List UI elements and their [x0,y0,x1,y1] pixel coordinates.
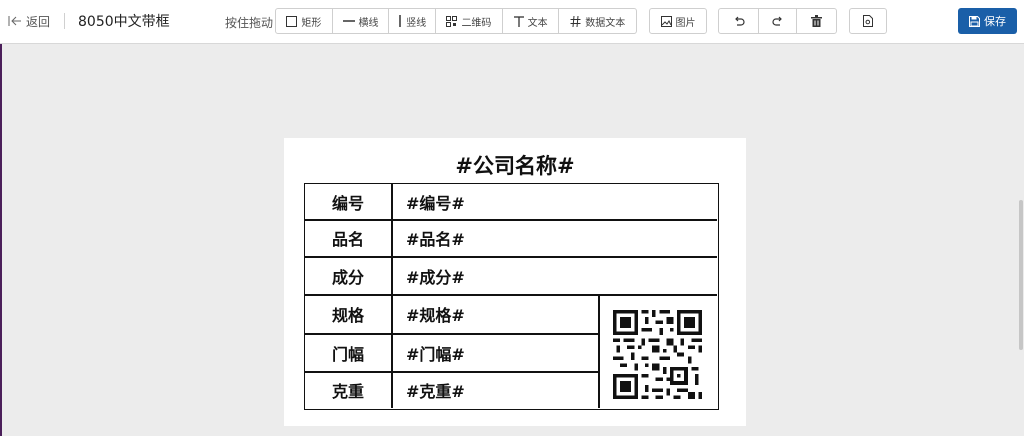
image-tool-label: 图片 [675,17,696,29]
trash-icon [811,15,822,27]
row-key[interactable]: 品名 [305,220,391,256]
save-label: 保存 [984,15,1006,28]
rect-tool[interactable]: 矩形 [276,9,333,33]
undo-button[interactable] [719,9,759,33]
undo-icon [734,16,745,26]
column-divider[interactable] [598,294,600,408]
back-label: 返回 [26,14,51,29]
window-edge [0,0,2,436]
template-title: 8050中文带框 [78,14,170,30]
rectangle-icon [286,15,298,27]
vertical-scrollbar[interactable] [1019,200,1023,350]
back-button[interactable]: 返回 [8,12,50,30]
vertical-line-icon [399,15,401,27]
history-tools [718,8,837,34]
preview-tool-group [849,8,887,34]
element-tools: 矩形 横线 竖线 二维码 文本 数据文本 [275,8,637,34]
text-icon [513,15,524,27]
drag-hint: 按住拖动 [225,16,274,30]
row-value[interactable]: #编号# [406,184,706,219]
row-key[interactable]: 克重 [305,372,391,408]
document-preview-icon [863,15,873,27]
text-tool-label: 文本 [527,17,548,29]
row-value[interactable]: #品名# [406,220,706,256]
arrow-left-icon [8,16,21,26]
redo-icon [771,16,782,26]
redo-button[interactable] [759,9,797,33]
toolbar-divider [64,13,65,29]
label-canvas[interactable]: #公司名称# 编号 #编号# 品名 #品名# 成分 #成分# 规格 #规格# 门… [284,138,746,426]
hline-tool[interactable]: 横线 [333,9,390,33]
row-value[interactable]: #门幅# [406,334,596,371]
company-name-field[interactable]: #公司名称# [284,150,746,180]
horizontal-line-icon [342,20,355,22]
rect-tool-label: 矩形 [301,17,322,29]
row-key[interactable]: 门幅 [305,334,391,371]
datatext-tool-label: 数据文本 [585,17,626,29]
delete-button[interactable] [797,9,836,33]
vline-tool-label: 竖线 [406,17,427,29]
qrcode-icon [446,15,458,27]
row-value[interactable]: #成分# [406,257,706,294]
row-key[interactable]: 规格 [305,295,391,333]
row-value[interactable]: #规格# [406,295,596,333]
save-button[interactable]: 保存 [958,8,1017,34]
qrcode-tool[interactable]: 二维码 [436,9,503,33]
row-key[interactable]: 成分 [305,257,391,294]
column-divider[interactable] [391,184,393,408]
image-icon [660,15,672,27]
hash-icon [570,15,581,27]
qrcode-element[interactable] [613,310,702,399]
datatext-tool[interactable]: 数据文本 [559,9,636,33]
floppy-disk-icon [969,15,980,27]
text-tool[interactable]: 文本 [503,9,560,33]
preview-button[interactable] [850,9,886,33]
qrcode-tool-label: 二维码 [461,17,492,29]
row-key[interactable]: 编号 [305,184,391,219]
image-tool-group: 图片 [649,8,707,34]
hline-tool-label: 横线 [358,17,379,29]
editor-toolbar: 返回 8050中文带框 按住拖动 矩形 横线 竖线 二维码 文本 数据文本 图片… [0,0,1024,44]
vline-tool[interactable]: 竖线 [389,9,437,33]
row-value[interactable]: #克重# [406,372,596,408]
image-tool[interactable]: 图片 [650,9,706,33]
